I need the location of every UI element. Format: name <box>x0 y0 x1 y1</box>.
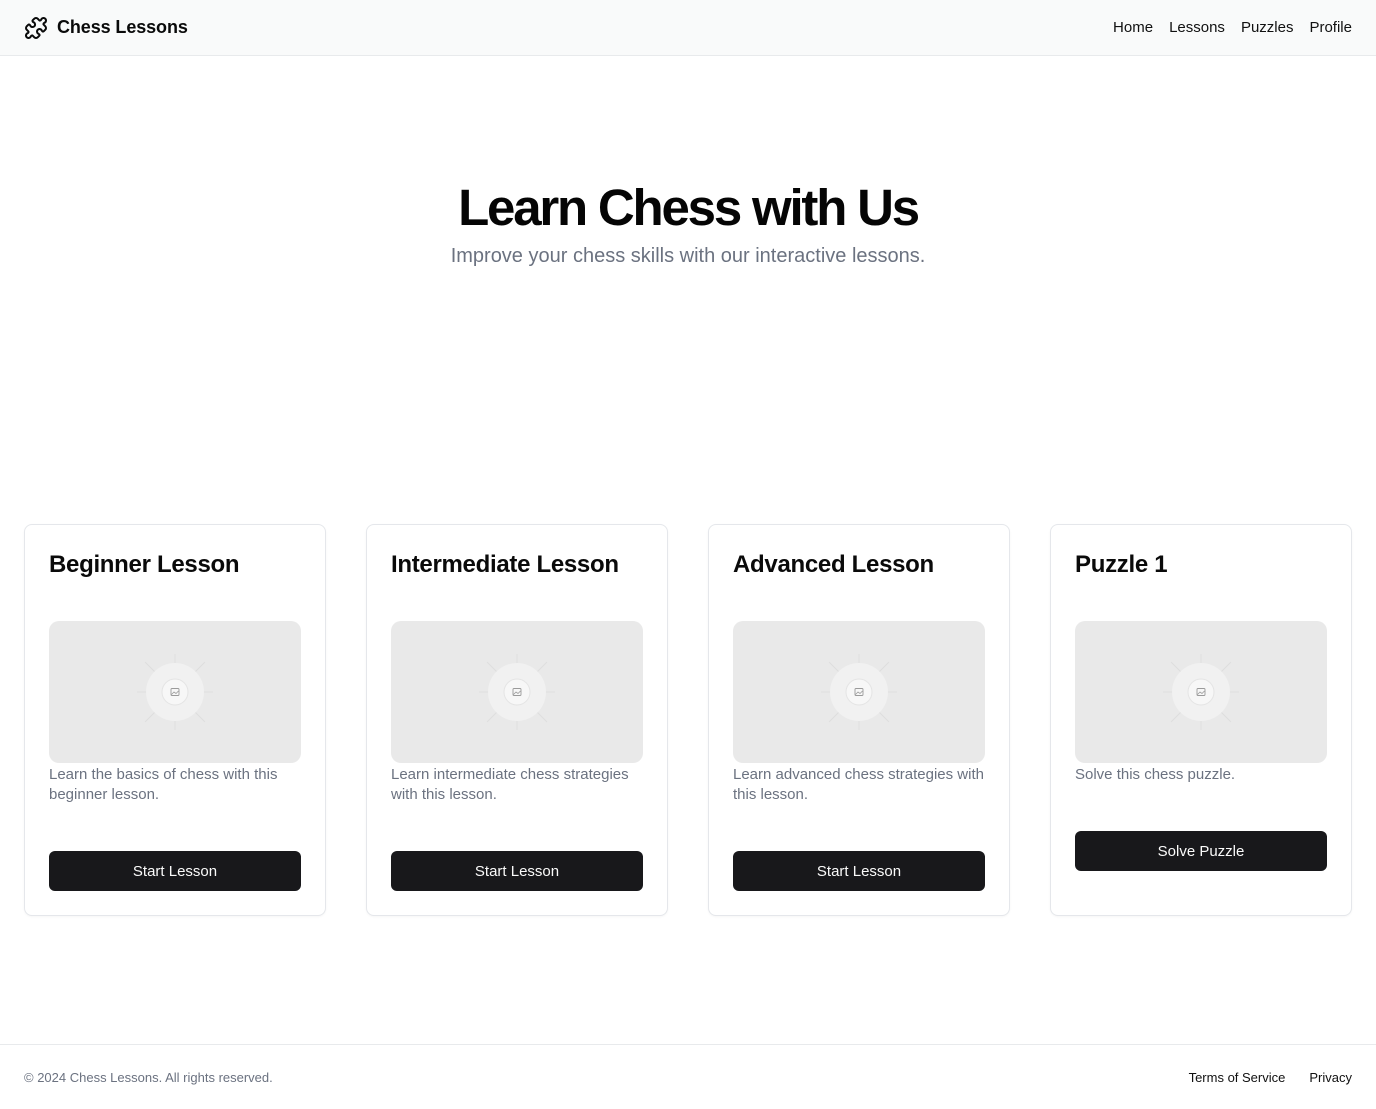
hero-subtitle: Improve your chess skills with our inter… <box>450 245 926 267</box>
lesson-cards: Beginner Lesson Learn the basics of ches… <box>24 524 1352 916</box>
card-image-placeholder <box>391 621 643 763</box>
start-lesson-button[interactable]: Start Lesson <box>733 851 985 891</box>
card-title: Advanced Lesson <box>733 551 934 578</box>
lesson-card-advanced: Advanced Lesson Learn advanced chess str… <box>708 524 1010 916</box>
card-image-placeholder <box>49 621 301 763</box>
start-lesson-button[interactable]: Start Lesson <box>49 851 301 891</box>
card-image-placeholder <box>733 621 985 763</box>
copyright-text: © 2024 Chess Lessons. All rights reserve… <box>24 1069 273 1085</box>
card-description: Learn intermediate chess strategies with… <box>391 766 629 803</box>
image-placeholder-icon <box>1163 654 1239 730</box>
page: Chess Lessons Home Lessons Puzzles Profi… <box>0 0 1376 1109</box>
puzzle-icon <box>24 16 48 39</box>
footer-links: Terms of Service Privacy <box>1189 1070 1352 1085</box>
puzzle-card: Puzzle 1 Solve this chess puzzle. Solve … <box>1050 524 1352 916</box>
site-footer: © 2024 Chess Lessons. All rights reserve… <box>0 1044 1376 1109</box>
hero-title: Learn Chess with Us <box>458 179 920 236</box>
start-lesson-button[interactable]: Start Lesson <box>391 851 643 891</box>
main-nav: Home Lessons Puzzles Profile <box>1113 19 1352 36</box>
brand-name: Chess Lessons <box>57 17 188 37</box>
nav-home-link[interactable]: Home <box>1113 19 1153 36</box>
image-placeholder-icon <box>479 654 555 730</box>
card-title: Puzzle 1 <box>1075 551 1168 578</box>
card-description: Solve this chess puzzle. <box>1075 766 1236 783</box>
card-title: Beginner Lesson <box>49 551 240 578</box>
nav-lessons-link[interactable]: Lessons <box>1169 19 1225 36</box>
solve-puzzle-button[interactable]: Solve Puzzle <box>1075 831 1327 871</box>
brand-link[interactable]: Chess Lessons <box>24 16 188 40</box>
card-description: Learn advanced chess strategies with thi… <box>733 766 984 803</box>
hero-section: Learn Chess with Us Improve your chess s… <box>0 178 1376 270</box>
card-image-placeholder <box>1075 621 1327 763</box>
terms-of-service-link[interactable]: Terms of Service <box>1189 1070 1286 1085</box>
lesson-card-beginner: Beginner Lesson Learn the basics of ches… <box>24 524 326 916</box>
image-placeholder-icon <box>821 654 897 730</box>
card-description: Learn the basics of chess with this begi… <box>49 766 278 803</box>
site-header: Chess Lessons Home Lessons Puzzles Profi… <box>0 0 1376 56</box>
lesson-card-intermediate: Intermediate Lesson Learn intermediate c… <box>366 524 668 916</box>
card-title: Intermediate Lesson <box>391 551 619 578</box>
nav-profile-link[interactable]: Profile <box>1309 19 1352 36</box>
image-placeholder-icon <box>137 654 213 730</box>
privacy-link[interactable]: Privacy <box>1309 1070 1352 1085</box>
nav-puzzles-link[interactable]: Puzzles <box>1241 19 1294 36</box>
